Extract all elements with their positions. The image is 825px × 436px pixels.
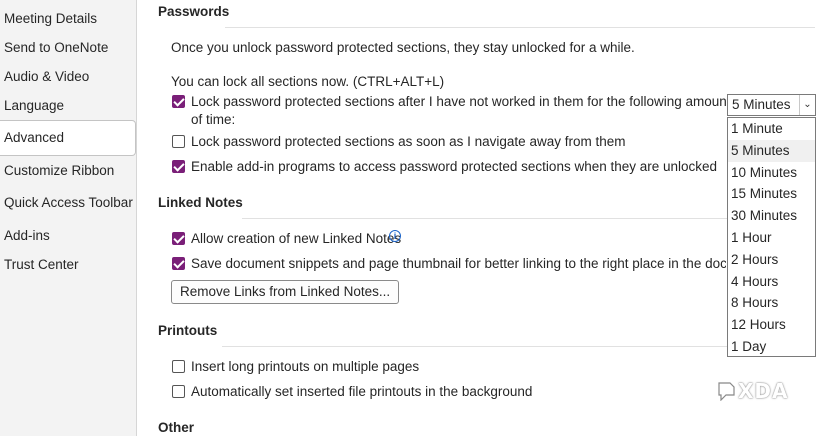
lock-now-text: You can lock all sections now. (CTRL+ALT…	[171, 74, 445, 89]
lock-navigate-label: Lock password protected sections as soon…	[191, 134, 626, 149]
timeout-option[interactable]: 8 Hours	[728, 292, 815, 314]
timeout-option[interactable]: 2 Hours	[728, 249, 815, 271]
info-icon[interactable]: i	[389, 230, 401, 242]
sidebar-item-quick-access-toolbar[interactable]: Quick Access Toolbar	[0, 188, 136, 218]
printouts-heading: Printouts	[158, 323, 218, 338]
save-snippets-label: Save document snippets and page thumbnai…	[191, 256, 726, 271]
timeout-option[interactable]: 4 Hours	[728, 271, 815, 293]
save-snippets-checkbox[interactable]	[172, 257, 185, 270]
sidebar-item-add-ins[interactable]: Add-ins	[0, 221, 136, 251]
lock-after-label: Lock password protected sections after I…	[191, 94, 731, 109]
chevron-down-icon[interactable]: ⌄	[799, 95, 815, 115]
lock-timeout-value: 5 Minutes	[732, 97, 791, 112]
long-printouts-label: Insert long printouts on multiple pages	[191, 359, 420, 374]
addins-access-checkbox[interactable]	[172, 160, 185, 173]
lock-timeout-dropdown-list: 1 Minute 5 Minutes 10 Minutes 15 Minutes…	[727, 117, 816, 357]
sidebar-item-meeting-details[interactable]: Meeting Details	[0, 4, 136, 34]
remove-links-button[interactable]: Remove Links from Linked Notes...	[171, 280, 400, 304]
passwords-divider	[225, 27, 815, 28]
timeout-option[interactable]: 1 Minute	[728, 118, 815, 140]
lock-navigate-checkbox[interactable]	[172, 135, 185, 148]
background-printouts-label: Automatically set inserted file printout…	[191, 384, 533, 399]
timeout-option[interactable]: 12 Hours	[728, 314, 815, 336]
lock-timeout-select[interactable]: 5 Minutes ⌄	[727, 94, 816, 116]
passwords-intro-text: Once you unlock password protected secti…	[171, 40, 635, 55]
sidebar-item-audio-video[interactable]: Audio & Video	[0, 62, 136, 92]
timeout-option[interactable]: 15 Minutes	[728, 183, 815, 205]
lock-after-label-cont: of time:	[191, 112, 236, 127]
timeout-option[interactable]: 1 Hour	[728, 227, 815, 249]
watermark-text: XDA	[738, 379, 789, 403]
timeout-option[interactable]: 1 Day	[728, 336, 815, 358]
passwords-heading: Passwords	[158, 4, 230, 19]
addins-access-label: Enable add-in programs to access passwor…	[191, 159, 718, 174]
lock-after-checkbox[interactable]	[172, 95, 185, 108]
sidebar-item-customize-ribbon[interactable]: Customize Ribbon	[0, 156, 136, 186]
timeout-option-highlighted[interactable]: 5 Minutes	[728, 139, 815, 162]
sidebar-item-trust-center[interactable]: Trust Center	[0, 250, 136, 280]
printouts-divider	[222, 346, 727, 347]
xda-logo-icon	[718, 382, 735, 401]
linked-notes-heading: Linked Notes	[158, 195, 243, 210]
sidebar-item-language[interactable]: Language	[0, 91, 136, 121]
background-printouts-checkbox[interactable]	[172, 385, 185, 398]
long-printouts-checkbox[interactable]	[172, 360, 185, 373]
timeout-option[interactable]: 30 Minutes	[728, 205, 815, 227]
linked-notes-divider	[242, 218, 727, 219]
other-heading: Other	[158, 420, 195, 435]
allow-linked-notes-label: Allow creation of new Linked Notes	[191, 231, 402, 246]
sidebar-item-send-to-onenote[interactable]: Send to OneNote	[0, 33, 136, 63]
timeout-option[interactable]: 10 Minutes	[728, 162, 815, 184]
xda-watermark-logo: XDA	[716, 378, 794, 404]
allow-linked-notes-checkbox[interactable]	[172, 232, 185, 245]
options-sidebar: Meeting Details Send to OneNote Audio & …	[0, 0, 137, 436]
sidebar-item-advanced[interactable]: Advanced	[0, 120, 136, 156]
